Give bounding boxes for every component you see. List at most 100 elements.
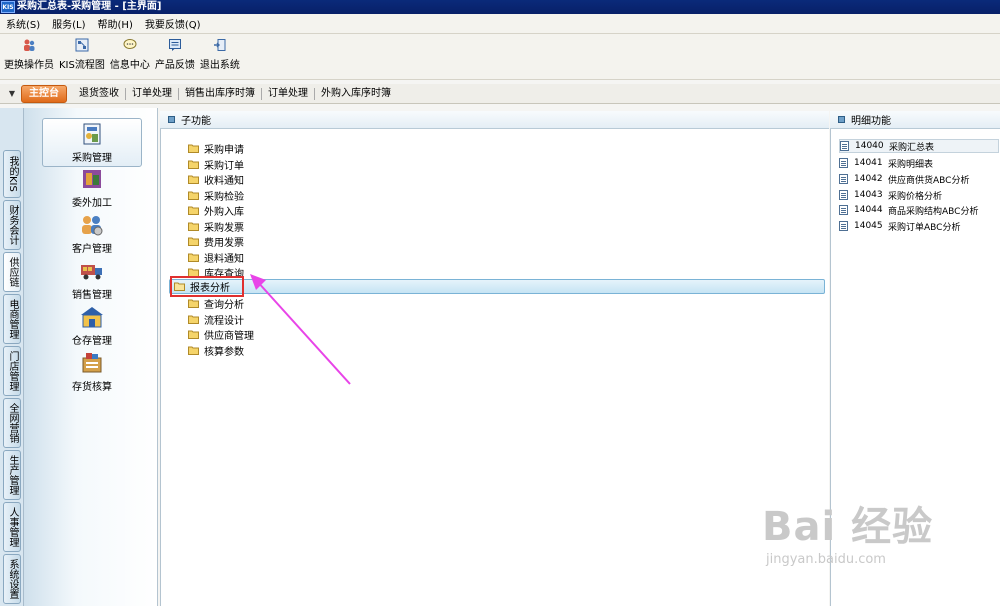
sales-truck-icon: [81, 265, 102, 280]
menu-feedback[interactable]: 我要反馈(Q): [145, 16, 201, 31]
folder-item[interactable]: 采购申请: [188, 141, 244, 156]
category-outsourcing[interactable]: 委外加工: [42, 166, 142, 209]
product-feedback-label: 产品反馈: [154, 60, 195, 71]
side-tab-finance[interactable]: 财务会计: [3, 200, 21, 250]
tab-order-processing-2[interactable]: 订单处理: [262, 87, 315, 100]
folder-icon: [188, 330, 199, 339]
report-item[interactable]: 14042 供应商供货ABC分析: [839, 172, 969, 186]
category-customer-management[interactable]: 客户管理: [42, 212, 142, 255]
side-tab-system-settings[interactable]: 系统设置: [3, 554, 21, 604]
folder-item[interactable]: 流程设计: [188, 312, 244, 327]
category-label: 采购管理: [72, 153, 112, 164]
tab-purchase-inbound-journal[interactable]: 外购入库序时簿: [315, 88, 397, 100]
folder-icon: [188, 160, 199, 169]
module-category-column: 采购管理 委外加工 客户管理 销售管理 仓存管理 存货核算: [24, 108, 158, 606]
category-label: 委外加工: [72, 198, 112, 209]
toolbar: 更换操作员 KIS流程图 信息中心 产品反馈 退出系统: [0, 34, 1000, 80]
report-doc-icon: [839, 190, 848, 200]
sub-function-header: 子功能: [160, 111, 829, 129]
folder-icon: [188, 253, 199, 262]
folder-item[interactable]: 费用发票: [188, 234, 244, 249]
folder-icon: [188, 144, 199, 153]
folder-icon: [188, 206, 199, 215]
report-doc-icon: [839, 158, 848, 168]
title-bar: KIS 采购汇总表-采购管理 - [主界面]: [0, 0, 1000, 14]
outsourcing-icon: [83, 170, 101, 188]
category-sales-management[interactable]: 销售管理: [42, 258, 142, 301]
report-item[interactable]: 14043 采购价格分析: [839, 188, 942, 202]
side-tab-store[interactable]: 门店管理: [3, 346, 21, 396]
inventory-accounting-icon: [82, 353, 102, 373]
window-title: 采购汇总表-采购管理 - [主界面]: [17, 1, 162, 12]
detail-function-header: 明细功能: [830, 111, 1000, 129]
report-doc-icon: [839, 221, 848, 231]
product-feedback-button[interactable]: 产品反馈: [155, 34, 195, 71]
highlight-box: 报表分析: [170, 276, 244, 297]
folder-item[interactable]: 核算参数: [188, 343, 244, 358]
menu-help[interactable]: 帮助(H): [98, 16, 133, 31]
folder-item[interactable]: 查询分析: [188, 296, 244, 311]
sub-function-title: 子功能: [181, 116, 211, 127]
folder-item[interactable]: 采购检验: [188, 188, 244, 203]
report-doc-icon: [840, 141, 849, 151]
menu-bar: 系统(S) 服务(L) 帮助(H) 我要反馈(Q): [0, 14, 1000, 34]
panel-header-square-icon: [168, 116, 175, 123]
kis-flowchart-label: KIS流程图: [59, 60, 105, 71]
exit-system-label: 退出系统: [199, 60, 240, 71]
kis-logo-icon: KIS: [1, 1, 15, 13]
folder-icon: [188, 191, 199, 200]
side-tab-production[interactable]: 生产管理: [3, 450, 21, 500]
flowchart-icon: [75, 38, 89, 52]
exit-icon: [213, 39, 226, 51]
annotation-arrow: [250, 274, 351, 385]
folder-open-icon: [174, 282, 185, 291]
folder-icon: [188, 346, 199, 355]
exit-system-button[interactable]: 退出系统: [200, 34, 240, 71]
report-doc-icon: [839, 174, 848, 184]
category-label: 客户管理: [72, 244, 112, 255]
tab-sales-outbound-journal[interactable]: 销售出库序时簿: [179, 87, 262, 100]
baidu-watermark: Bai 经验 jingyan.baidu.com: [762, 494, 992, 594]
folder-item[interactable]: 退料通知: [188, 250, 244, 265]
message-icon: [123, 39, 137, 49]
side-tab-strip: 我的KIS 财务会计 供应链 电商管理 门店管理 全网营销 生产管理 人事管理 …: [0, 108, 24, 606]
folder-icon: [188, 237, 199, 246]
folder-icon: [188, 175, 199, 184]
folder-item[interactable]: 外购入库: [188, 203, 244, 218]
folder-item[interactable]: 收料通知: [188, 172, 244, 187]
report-item[interactable]: 14040 采购汇总表: [839, 139, 999, 153]
side-tab-supply-chain[interactable]: 供应链: [3, 252, 21, 292]
category-inventory-accounting[interactable]: 存货核算: [42, 350, 142, 393]
folder-icon: [188, 222, 199, 231]
report-item[interactable]: 14044 商品采购结构ABC分析: [839, 203, 978, 217]
category-purchase-management[interactable]: 采购管理: [42, 118, 142, 167]
report-item[interactable]: 14041 采购明细表: [839, 156, 933, 170]
tab-main-console[interactable]: 主控台: [21, 84, 67, 103]
kis-flowchart-button[interactable]: KIS流程图: [59, 34, 105, 71]
side-tab-marketing[interactable]: 全网营销: [3, 398, 21, 448]
category-label: 存货核算: [72, 382, 112, 393]
menu-service[interactable]: 服务(L): [52, 16, 85, 31]
info-center-label: 信息中心: [109, 60, 150, 71]
panel-header-square-icon: [838, 116, 845, 123]
watermark-site: jingyan.baidu.com: [766, 552, 886, 567]
category-label: 仓存管理: [72, 336, 112, 347]
folder-item[interactable]: 采购发票: [188, 219, 244, 234]
switch-user-label: 更换操作员: [4, 60, 54, 71]
category-warehouse-management[interactable]: 仓存管理: [42, 304, 142, 347]
side-tab-ecommerce[interactable]: 电商管理: [3, 294, 21, 344]
folder-item[interactable]: 采购订单: [188, 157, 244, 172]
tab-order-processing[interactable]: 订单处理: [126, 87, 179, 100]
side-tab-hr[interactable]: 人事管理: [3, 502, 21, 552]
report-item[interactable]: 14045 采购订单ABC分析: [839, 219, 960, 233]
switch-user-button[interactable]: 更换操作员: [4, 34, 54, 71]
menu-system[interactable]: 系统(S): [6, 16, 40, 31]
info-center-button[interactable]: 信息中心: [110, 34, 150, 71]
side-tab-my-kis[interactable]: 我的KIS: [3, 150, 21, 198]
warehouse-icon: [81, 307, 103, 328]
tab-return-receipt[interactable]: 退货签收: [73, 87, 126, 100]
category-label: 销售管理: [72, 290, 112, 301]
customer-icon: [82, 216, 103, 236]
watermark-brand: Bai 经验: [762, 504, 934, 550]
tab-menu-chevron-down-icon[interactable]: ▼: [3, 86, 21, 102]
